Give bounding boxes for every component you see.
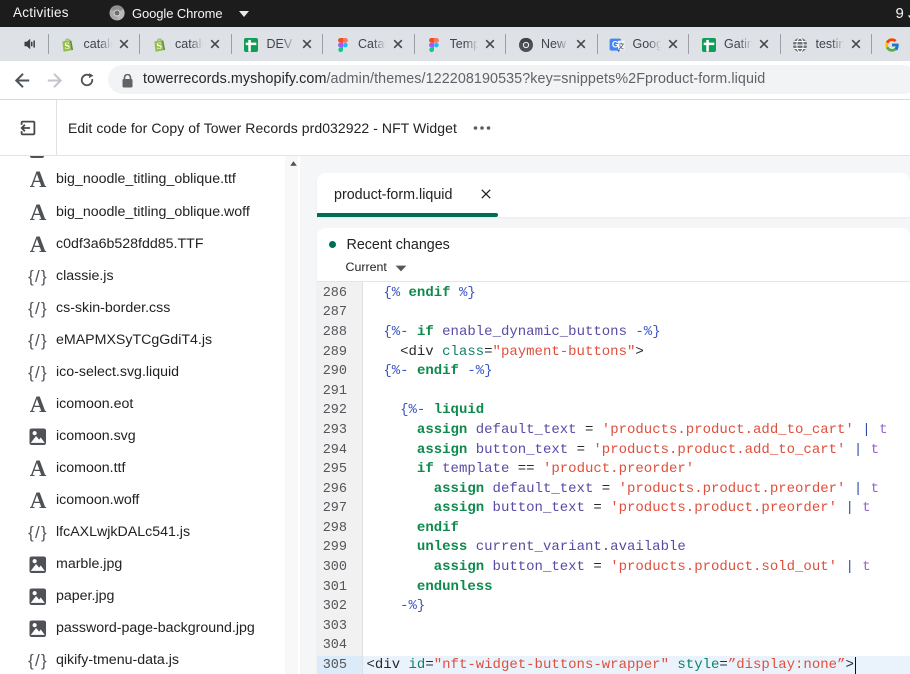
svg-text:G: G — [612, 40, 619, 50]
